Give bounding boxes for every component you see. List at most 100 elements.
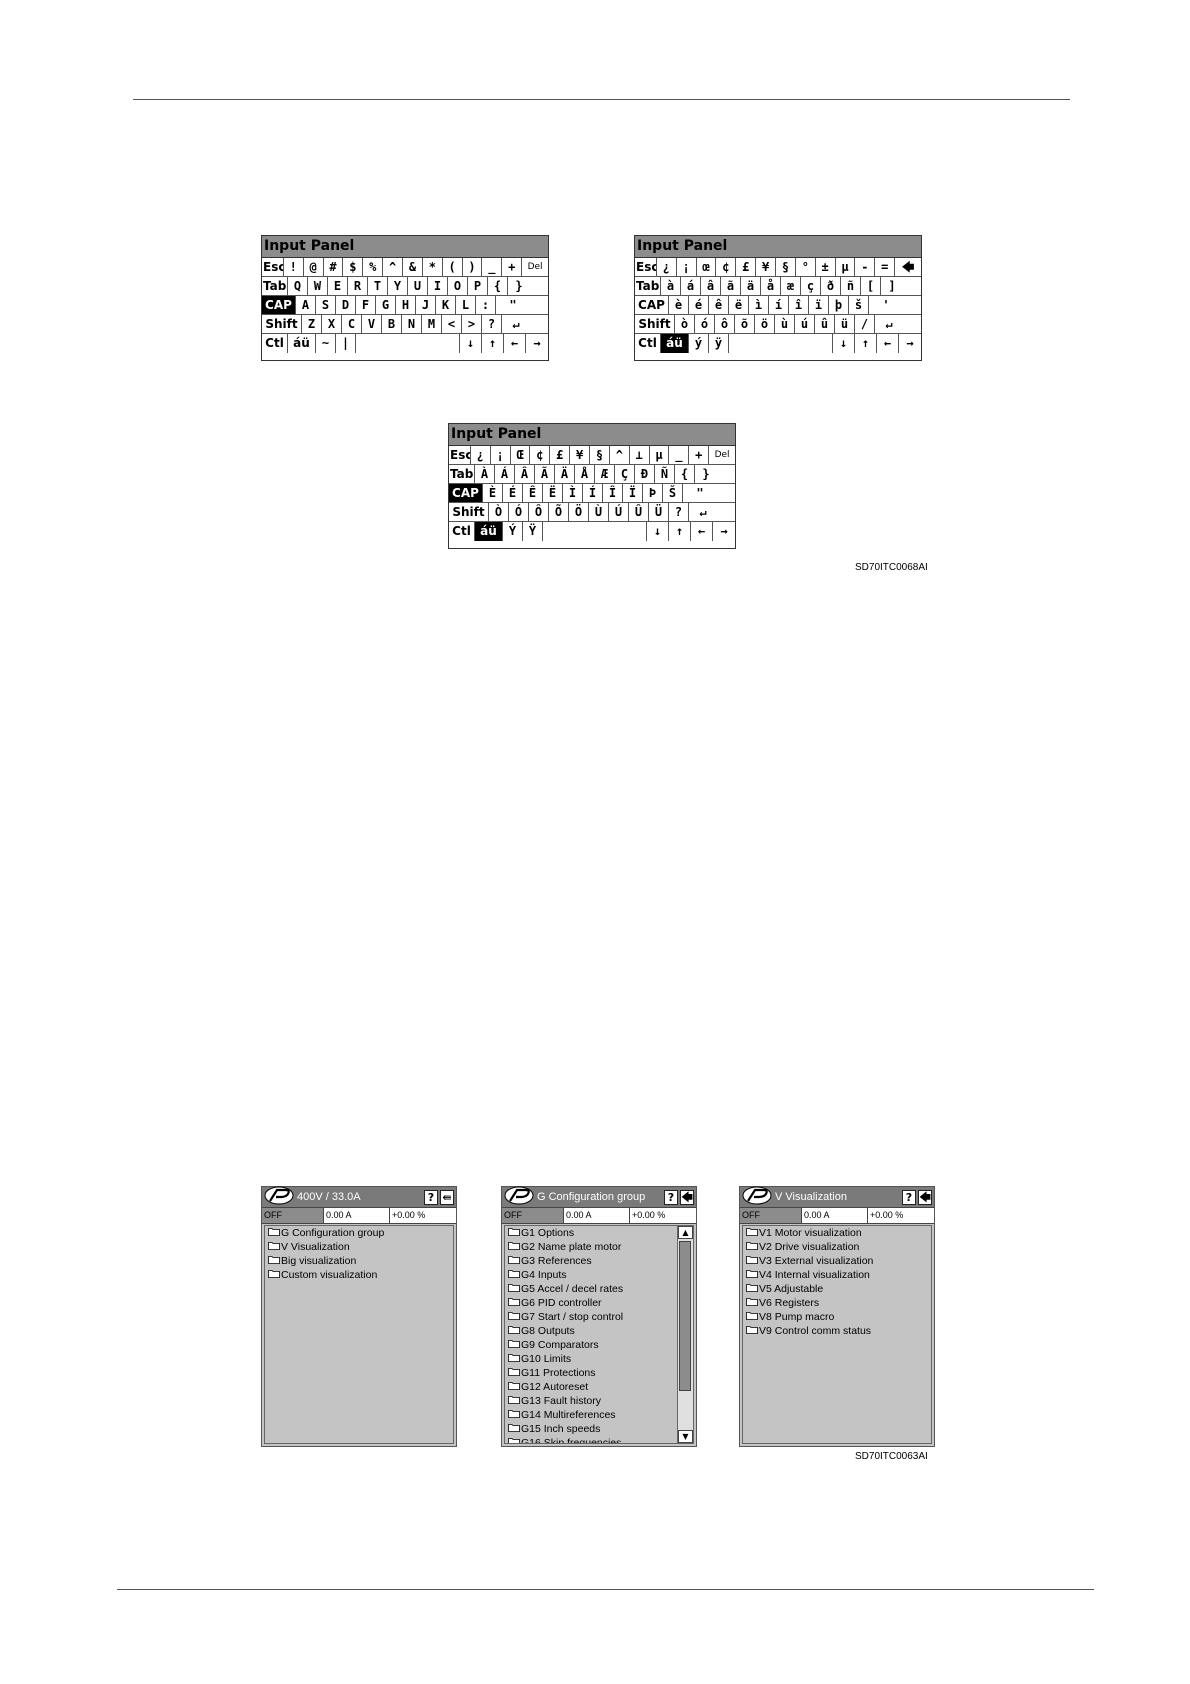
key[interactable]: å bbox=[761, 277, 781, 295]
key[interactable]: Tab bbox=[449, 465, 475, 483]
key[interactable]: & bbox=[403, 258, 423, 276]
menu-item[interactable]: V2 Drive visualization bbox=[743, 1240, 931, 1254]
menu-item[interactable]: V1 Motor visualization bbox=[743, 1226, 931, 1240]
menu-item[interactable]: G13 Fault history bbox=[505, 1394, 677, 1408]
key[interactable]: + bbox=[689, 446, 710, 464]
key[interactable]: $ bbox=[343, 258, 364, 276]
key[interactable]: ↓ bbox=[833, 334, 855, 353]
space-key[interactable] bbox=[356, 334, 460, 353]
menu-item[interactable]: V5 Adjustable bbox=[743, 1282, 931, 1296]
menu-item[interactable]: G1 Options bbox=[505, 1226, 677, 1240]
key[interactable]: ! bbox=[284, 258, 304, 276]
key[interactable]: ¡ bbox=[677, 258, 697, 276]
key[interactable]: š bbox=[849, 296, 869, 314]
key[interactable]: * bbox=[423, 258, 443, 276]
key[interactable]: T bbox=[368, 277, 388, 295]
key[interactable]: R bbox=[348, 277, 368, 295]
key[interactable]: ý bbox=[689, 334, 709, 353]
key[interactable]: ó bbox=[695, 315, 715, 333]
menu-item[interactable]: G5 Accel / decel rates bbox=[505, 1282, 677, 1296]
key[interactable]: X bbox=[322, 315, 342, 333]
key[interactable]: C bbox=[342, 315, 362, 333]
key[interactable]: È bbox=[483, 484, 503, 502]
key[interactable]: G bbox=[376, 296, 396, 314]
key[interactable]: _ bbox=[482, 258, 503, 276]
key[interactable]: F bbox=[356, 296, 376, 314]
key[interactable]: ⊥ bbox=[630, 446, 650, 464]
key[interactable]: ò bbox=[675, 315, 695, 333]
key[interactable]: + bbox=[502, 258, 523, 276]
key[interactable]: Ý bbox=[503, 522, 523, 541]
space-key[interactable] bbox=[729, 334, 833, 353]
key[interactable]: ↵ bbox=[502, 315, 530, 333]
key[interactable]: À bbox=[475, 465, 495, 483]
menu-item[interactable]: G12 Autoreset bbox=[505, 1380, 677, 1394]
key[interactable]: µ bbox=[650, 446, 670, 464]
key[interactable]: ↑ bbox=[669, 522, 691, 541]
key[interactable]: Ü bbox=[649, 503, 669, 521]
key[interactable]: à bbox=[661, 277, 681, 295]
menu-item[interactable]: Custom visualization bbox=[265, 1268, 453, 1282]
key[interactable]: ↑ bbox=[482, 334, 504, 353]
key[interactable]: Ì bbox=[563, 484, 583, 502]
key[interactable]: ← bbox=[877, 334, 899, 353]
key[interactable]: B bbox=[382, 315, 402, 333]
key[interactable]: " bbox=[683, 484, 717, 502]
key[interactable]: Ñ bbox=[655, 465, 675, 483]
key[interactable]: áü bbox=[475, 522, 503, 541]
back-button[interactable]: 🡄 bbox=[680, 1189, 694, 1205]
key[interactable]: áü bbox=[288, 334, 316, 353]
scroll-down-icon[interactable]: ▼ bbox=[678, 1430, 693, 1443]
key[interactable]: ↓ bbox=[460, 334, 482, 353]
key[interactable]: ? bbox=[669, 503, 689, 521]
key[interactable]: Û bbox=[629, 503, 649, 521]
key[interactable]: ° bbox=[796, 258, 816, 276]
key[interactable]: ↓ bbox=[647, 522, 669, 541]
key[interactable]: Ú bbox=[609, 503, 629, 521]
key[interactable]: Ò bbox=[489, 503, 509, 521]
menu-item[interactable]: G16 Skip frequencies bbox=[505, 1436, 677, 1443]
help-button[interactable]: ? bbox=[902, 1189, 916, 1205]
key[interactable]: W bbox=[308, 277, 328, 295]
key[interactable]: Tab bbox=[262, 277, 288, 295]
key[interactable]: ' bbox=[869, 296, 903, 314]
menu-item[interactable]: G11 Protections bbox=[505, 1366, 677, 1380]
key[interactable]: Ð bbox=[635, 465, 655, 483]
menu-item[interactable]: V9 Control comm status bbox=[743, 1324, 931, 1338]
key[interactable]: P bbox=[468, 277, 488, 295]
menu-item[interactable]: V6 Registers bbox=[743, 1296, 931, 1310]
menu-item[interactable]: G3 References bbox=[505, 1254, 677, 1268]
key[interactable]: ) bbox=[463, 258, 483, 276]
key[interactable]: / bbox=[855, 315, 875, 333]
key[interactable]: Þ bbox=[643, 484, 663, 502]
key[interactable]: £ bbox=[550, 446, 571, 464]
key[interactable]: 🡄 bbox=[895, 258, 921, 276]
menu-item[interactable]: V8 Pump macro bbox=[743, 1310, 931, 1324]
key[interactable]: Z bbox=[302, 315, 322, 333]
key[interactable]: → bbox=[899, 334, 921, 353]
key[interactable]: ä bbox=[741, 277, 761, 295]
key[interactable]: CAP bbox=[262, 296, 296, 314]
key[interactable]: L bbox=[456, 296, 476, 314]
key[interactable]: è bbox=[669, 296, 689, 314]
key[interactable]: Ç bbox=[615, 465, 635, 483]
menu-item[interactable]: Big visualization bbox=[265, 1254, 453, 1268]
menu-item[interactable]: G7 Start / stop control bbox=[505, 1310, 677, 1324]
key[interactable]: ñ bbox=[841, 277, 861, 295]
key[interactable]: ← bbox=[504, 334, 526, 353]
key[interactable]: | bbox=[336, 334, 356, 353]
key[interactable]: Ô bbox=[529, 503, 549, 521]
key[interactable]: Shift bbox=[262, 315, 302, 333]
key[interactable]: A bbox=[296, 296, 316, 314]
menu-item[interactable]: G9 Comparators bbox=[505, 1338, 677, 1352]
key[interactable]: ↵ bbox=[875, 315, 903, 333]
key[interactable]: § bbox=[590, 446, 610, 464]
key[interactable]: U bbox=[408, 277, 428, 295]
key[interactable]: Ë bbox=[543, 484, 563, 502]
key[interactable]: ^ bbox=[383, 258, 404, 276]
space-key[interactable] bbox=[543, 522, 647, 541]
key[interactable]: # bbox=[324, 258, 344, 276]
key[interactable]: þ bbox=[829, 296, 849, 314]
key[interactable]: Y bbox=[388, 277, 408, 295]
key[interactable]: → bbox=[713, 522, 735, 541]
